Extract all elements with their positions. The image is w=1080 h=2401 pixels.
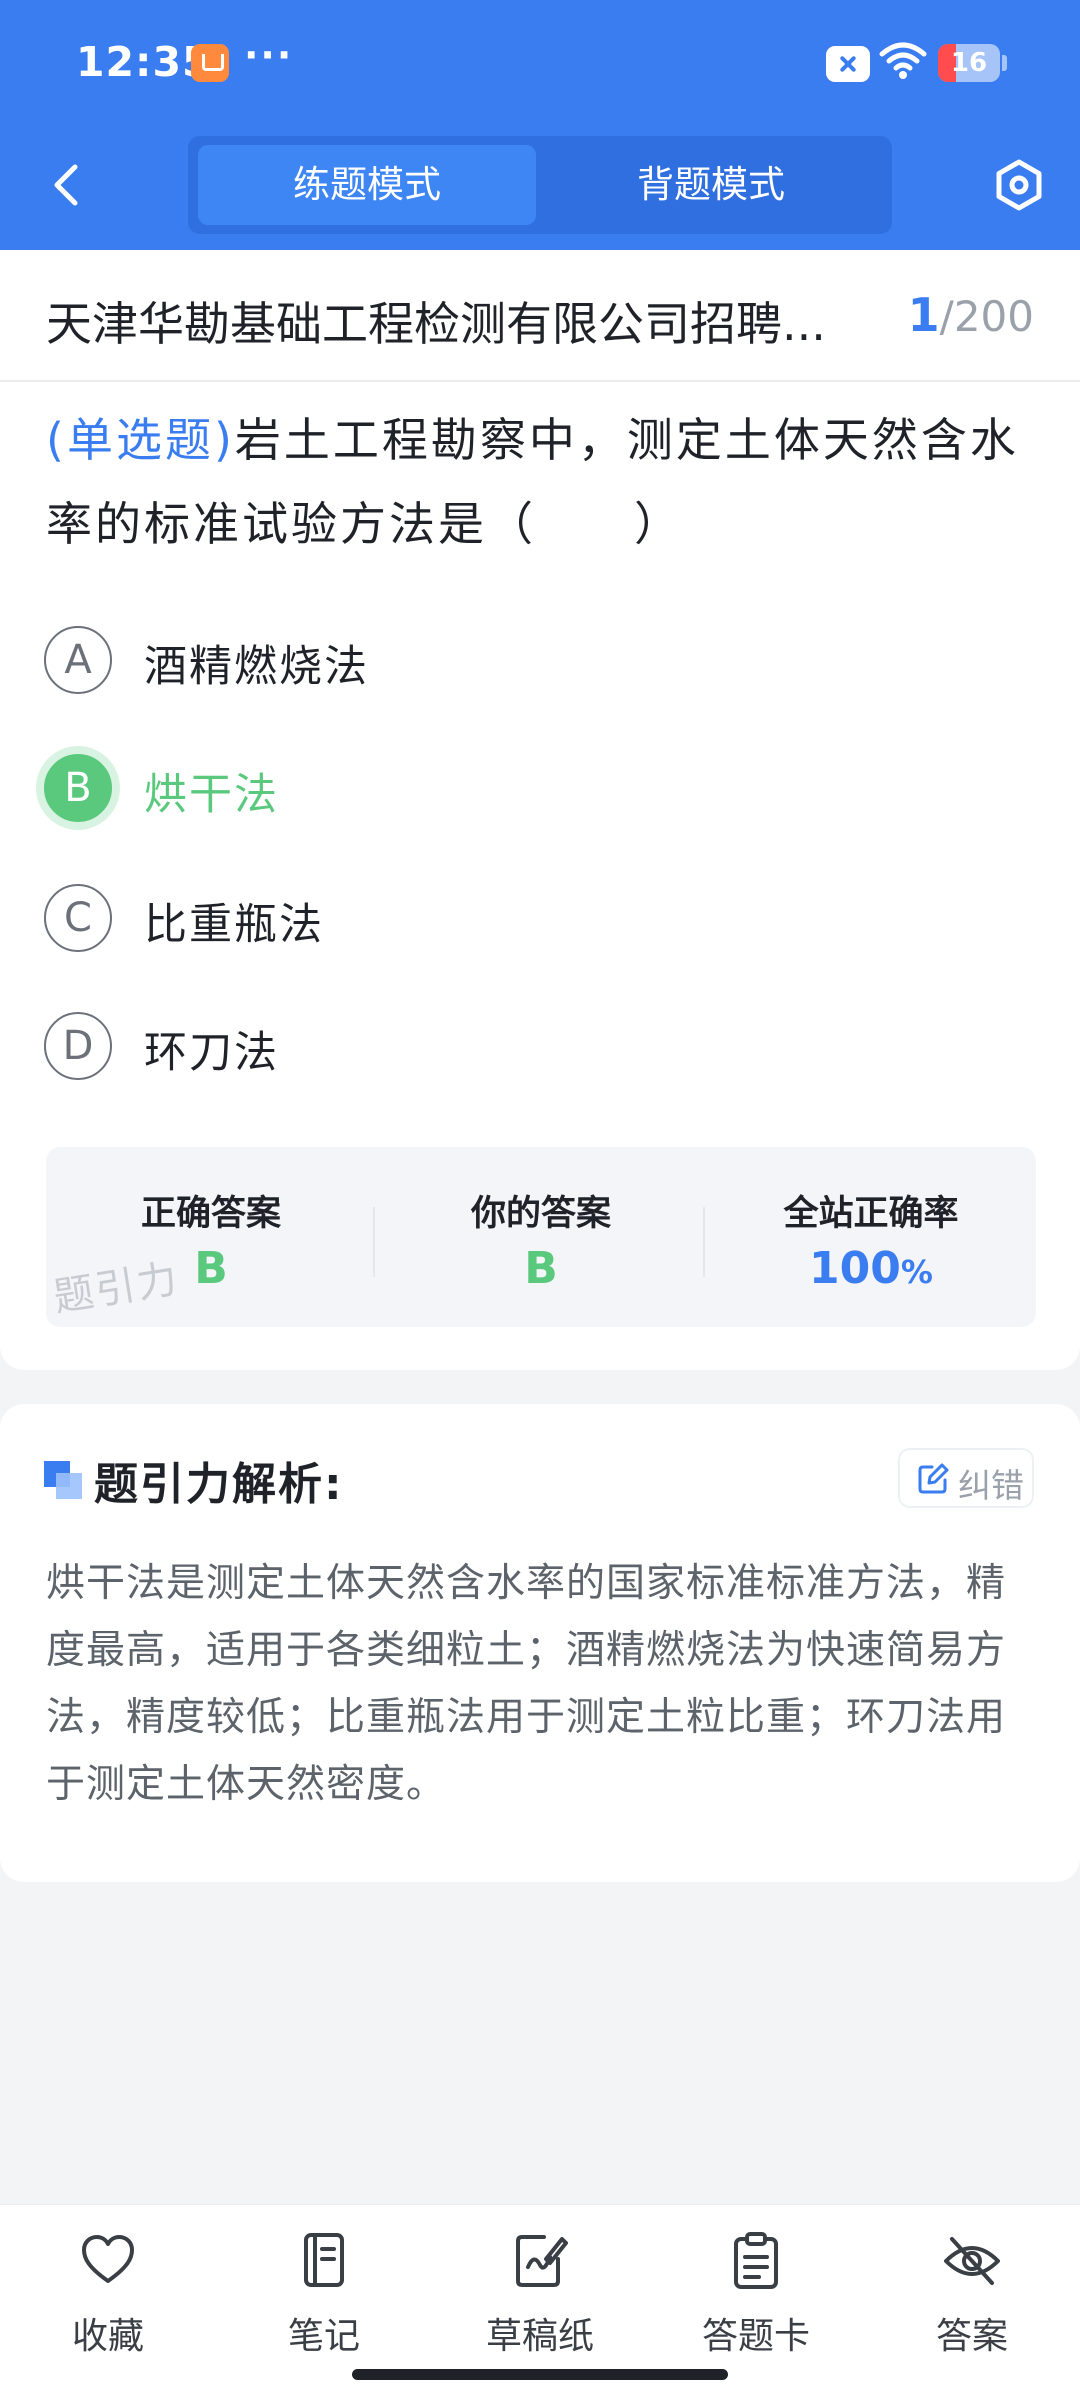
mode-toggle: 练题模式 背题模式 [188, 136, 892, 234]
site-accuracy: 全站正确率 100% [706, 1147, 1036, 1327]
tab-recite-mode[interactable]: 背题模式 [542, 145, 880, 225]
correct-answer-label: 正确答案 [140, 1194, 281, 1234]
app-header: 12:35 ··· 16 练题模式 背题模式 [0, 0, 1080, 250]
exam-title: 天津华勘基础工程检测有限公司招聘... [46, 297, 826, 351]
divider [373, 1207, 375, 1277]
your-answer-value: B [524, 1243, 558, 1294]
battery-level: 16 [950, 48, 988, 78]
more-notifications-icon: ··· [244, 33, 294, 77]
section-square-icon [44, 1461, 82, 1499]
progress-total: 200 [953, 292, 1034, 341]
eye-off-icon [944, 2237, 1000, 2285]
edit-icon [918, 1463, 949, 1494]
question-card: 天津华勘基础工程检测有限公司招聘... 1/200 (单选题)岩土工程勘察中，测… [0, 250, 1080, 1370]
option-b[interactable]: B 烘干法 [44, 750, 944, 830]
option-a[interactable]: A 酒精燃烧法 [44, 622, 944, 702]
divider [703, 1207, 705, 1277]
status-bar: 12:35 ··· 16 [0, 0, 1080, 125]
favorite-button[interactable]: 收藏 [8, 2227, 208, 2367]
draft-paper-label: 草稿纸 [485, 2316, 594, 2357]
clipboard-icon [734, 2232, 778, 2289]
show-answer-button[interactable]: 答案 [872, 2227, 1072, 2367]
option-letter: A [44, 626, 112, 694]
question-progress: 1/200 [908, 288, 1034, 342]
option-text: 比重瓶法 [144, 900, 324, 950]
option-text: 烘干法 [144, 770, 279, 820]
option-letter: D [44, 1012, 112, 1080]
shopping-app-icon [191, 44, 229, 82]
option-letter: C [44, 884, 112, 952]
option-c[interactable]: C 比重瓶法 [44, 880, 944, 960]
show-answer-label: 答案 [935, 2316, 1008, 2357]
question-type: (单选题) [46, 413, 235, 467]
progress-separator: / [939, 292, 954, 341]
settings-button[interactable] [988, 150, 1050, 220]
exam-title-row: 天津华勘基础工程检测有限公司招聘... 1/200 [0, 250, 1080, 382]
wifi-icon [879, 42, 927, 79]
your-answer: 你的答案 B [376, 1147, 706, 1327]
draft-paper-button[interactable]: 草稿纸 [440, 2227, 640, 2367]
option-text: 环刀法 [144, 1028, 279, 1078]
option-letter: B [44, 754, 112, 822]
option-text: 酒精燃烧法 [144, 642, 369, 692]
progress-current: 1 [907, 288, 940, 342]
draft-icon [516, 2235, 568, 2287]
site-accuracy-label: 全站正确率 [783, 1194, 959, 1234]
accuracy-unit: % [900, 1253, 933, 1291]
your-answer-label: 你的答案 [470, 1194, 611, 1234]
analysis-title: 题引力解析: [94, 1459, 344, 1510]
settings-hexagon-icon [996, 159, 1042, 211]
tab-practice-mode[interactable]: 练题模式 [198, 145, 536, 225]
option-d[interactable]: D 环刀法 [44, 1008, 944, 1088]
favorite-label: 收藏 [71, 2316, 144, 2357]
answer-summary: 正确答案 B 你的答案 B 全站正确率 100% 题引力 [46, 1147, 1036, 1327]
chevron-left-icon [54, 164, 78, 206]
answer-sheet-label: 答题卡 [701, 2316, 810, 2357]
accuracy-number: 100 [809, 1243, 901, 1294]
notes-label: 笔记 [287, 2316, 360, 2357]
battery-icon: 16 [938, 44, 1000, 82]
heart-icon [82, 2235, 134, 2283]
back-button[interactable] [36, 150, 96, 220]
no-sim-icon [826, 46, 870, 82]
notes-button[interactable]: 笔记 [224, 2227, 424, 2367]
notebook-icon [304, 2233, 344, 2287]
report-error-label: 纠错 [958, 1466, 1024, 1505]
home-indicator[interactable] [352, 2369, 728, 2380]
analysis-card: 题引力解析: 纠错 烘干法是测定土体天然含水率的国家标准标准方法，精度最高，适用… [0, 1404, 1080, 1882]
analysis-text: 烘干法是测定土体天然含水率的国家标准标准方法，精度最高，适用于各类细粒土；酒精燃… [46, 1561, 1007, 1807]
site-accuracy-value: 100% [706, 1243, 1036, 1294]
report-error-button[interactable]: 纠错 [898, 1448, 1034, 1508]
question-stem: (单选题)岩土工程勘察中，测定土体天然含水率的标准试验方法是（ ） [46, 398, 1036, 566]
answer-sheet-button[interactable]: 答题卡 [656, 2227, 856, 2367]
